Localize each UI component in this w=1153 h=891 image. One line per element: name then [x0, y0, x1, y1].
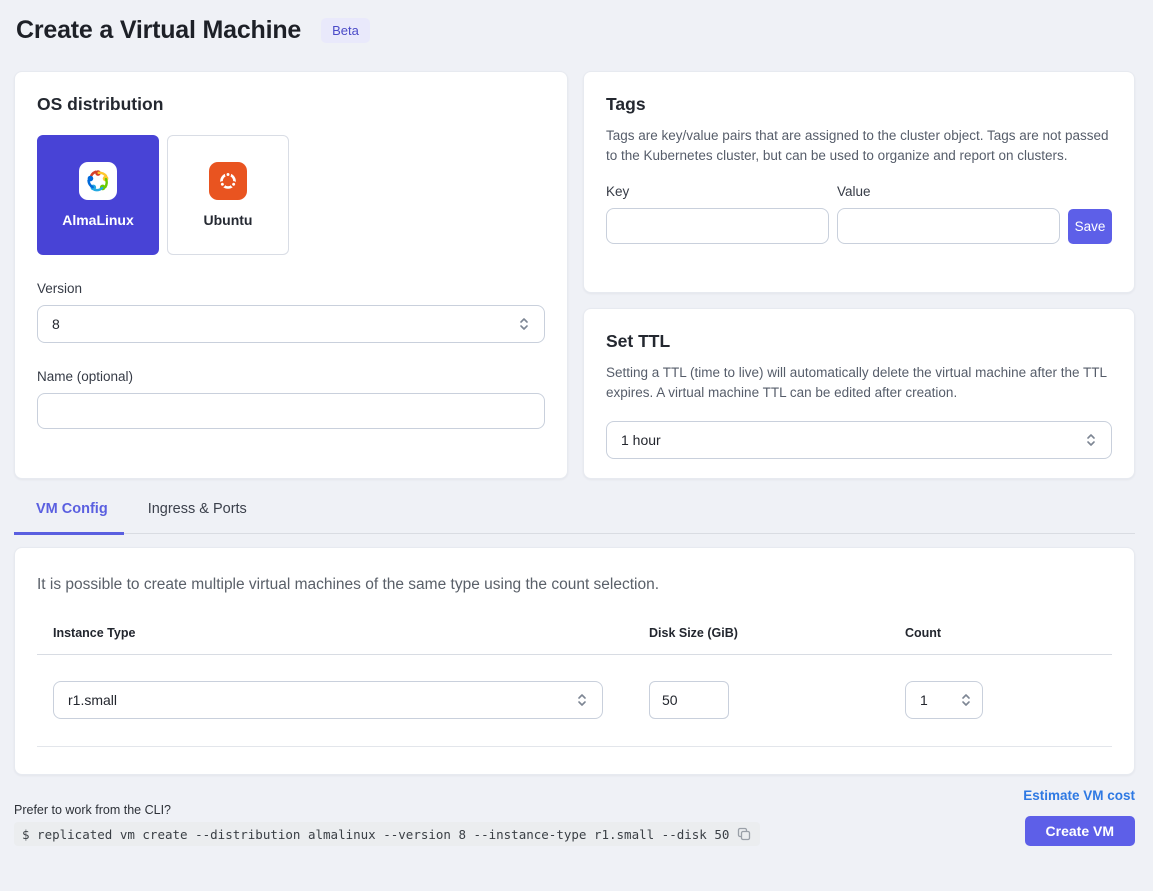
save-tag-button[interactable]: Save [1068, 209, 1112, 244]
name-label: Name (optional) [37, 369, 545, 384]
column-header-disk-size: Disk Size (GiB) [633, 626, 889, 640]
os-tile-label-almalinux: AlmaLinux [62, 212, 134, 228]
vm-table-row: r1.small 1 [37, 655, 1112, 747]
disk-size-input[interactable] [649, 681, 729, 719]
chevron-up-down-icon [518, 315, 530, 333]
version-select[interactable]: 8 [37, 305, 545, 343]
page-title: Create a Virtual Machine [16, 16, 301, 45]
vm-config-card: It is possible to create multiple virtua… [14, 547, 1135, 775]
ttl-description: Setting a TTL (time to live) will automa… [606, 363, 1112, 404]
page-footer: Prefer to work from the CLI? $ replicate… [14, 788, 1135, 846]
vm-table-header: Instance Type Disk Size (GiB) Count [37, 626, 1112, 655]
os-tile-label-ubuntu: Ubuntu [204, 212, 253, 228]
create-vm-button[interactable]: Create VM [1025, 816, 1135, 846]
os-tile-ubuntu[interactable]: Ubuntu [167, 135, 289, 255]
page-header: Create a Virtual Machine Beta [16, 16, 1135, 45]
tab-vm-config[interactable]: VM Config [14, 501, 124, 535]
instance-type-cell: r1.small [37, 681, 633, 719]
count-value: 1 [920, 692, 928, 708]
vm-config-intro: It is possible to create multiple virtua… [37, 576, 1112, 594]
column-header-instance-type: Instance Type [37, 626, 633, 640]
chevron-up-down-icon [960, 691, 972, 709]
almalinux-logo-icon [79, 162, 117, 200]
cli-prompt-text: Prefer to work from the CLI? [14, 803, 760, 817]
instance-type-value: r1.small [68, 692, 117, 708]
tab-bar: VM Config Ingress & Ports [14, 501, 1135, 534]
set-ttl-card: Set TTL Setting a TTL (time to live) wil… [583, 308, 1135, 479]
chevron-up-down-icon [576, 691, 588, 709]
create-vm-page: Create a Virtual Machine Beta OS distrib… [0, 0, 1153, 846]
tags-card-title: Tags [606, 94, 1112, 115]
tag-value-field-group: Value [837, 184, 1060, 244]
tab-ingress-ports[interactable]: Ingress & Ports [148, 501, 263, 533]
tag-value-input[interactable] [837, 208, 1060, 244]
estimate-vm-cost-link[interactable]: Estimate VM cost [1023, 788, 1135, 803]
count-cell: 1 [889, 681, 1112, 719]
cli-area: Prefer to work from the CLI? $ replicate… [14, 803, 760, 846]
tag-key-label: Key [606, 184, 829, 199]
disk-size-cell [633, 681, 889, 719]
tag-key-field-group: Key [606, 184, 829, 244]
ttl-select-value: 1 hour [621, 432, 661, 448]
right-column: Tags Tags are key/value pairs that are a… [583, 71, 1135, 479]
tags-key-value-row: Key Value Save [606, 184, 1112, 244]
column-header-count: Count [889, 626, 1112, 640]
instance-type-select[interactable]: r1.small [53, 681, 603, 719]
ubuntu-logo-icon [209, 162, 247, 200]
copy-command-button[interactable] [736, 826, 752, 842]
os-tile-almalinux[interactable]: AlmaLinux [37, 135, 159, 255]
top-cards-row: OS distribution [14, 71, 1135, 479]
ttl-select[interactable]: 1 hour [606, 421, 1112, 459]
version-select-value: 8 [52, 316, 60, 332]
chevron-up-down-icon [1085, 431, 1097, 449]
ttl-card-title: Set TTL [606, 331, 1112, 352]
tags-description: Tags are key/value pairs that are assign… [606, 126, 1112, 167]
os-distribution-card: OS distribution [14, 71, 568, 479]
tags-card: Tags Tags are key/value pairs that are a… [583, 71, 1135, 293]
version-label: Version [37, 281, 545, 296]
cli-command-strip: $ replicated vm create --distribution al… [14, 822, 760, 846]
cli-command-text: $ replicated vm create --distribution al… [22, 827, 729, 842]
tag-key-input[interactable] [606, 208, 829, 244]
os-tile-group: AlmaLinux Ubuntu [37, 135, 545, 255]
name-input[interactable] [37, 393, 545, 429]
copy-icon [737, 827, 751, 841]
footer-actions: Estimate VM cost Create VM [1023, 788, 1135, 846]
tag-value-label: Value [837, 184, 1060, 199]
os-card-title: OS distribution [37, 94, 545, 115]
beta-badge: Beta [321, 18, 370, 43]
count-stepper[interactable]: 1 [905, 681, 983, 719]
